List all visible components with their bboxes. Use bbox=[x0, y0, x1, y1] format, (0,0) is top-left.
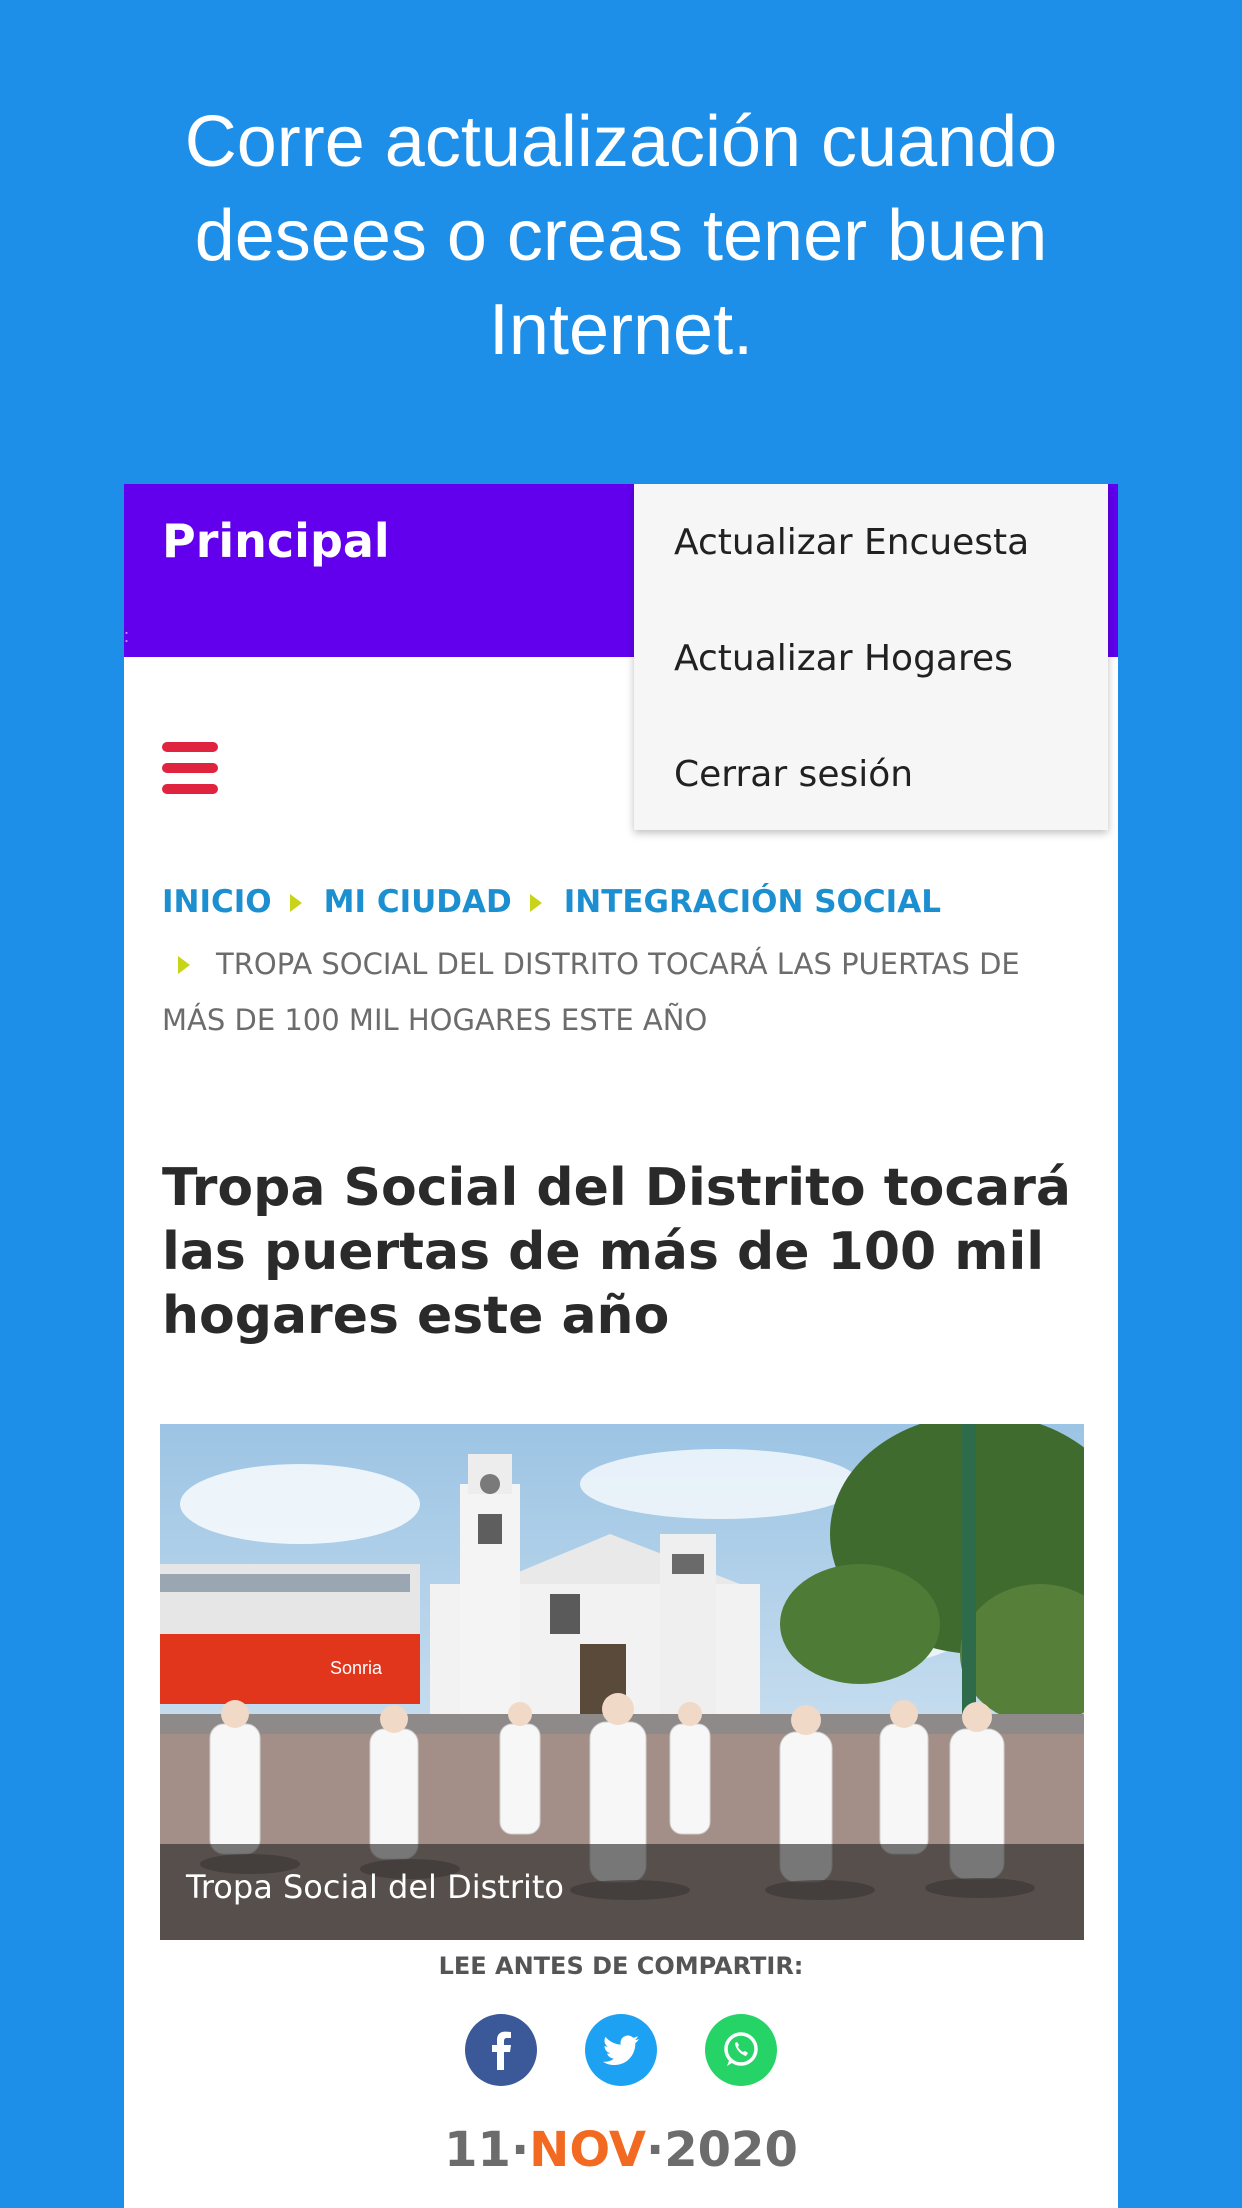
date-separator: · bbox=[646, 2122, 665, 2178]
breadcrumb-current: TROPA SOCIAL DEL DISTRITO TOCARÁ LAS PUE… bbox=[162, 947, 1020, 1037]
breadcrumb-arrow-icon bbox=[529, 894, 542, 912]
breadcrumb-arrow-icon bbox=[178, 956, 190, 974]
article-headline: Tropa Social del Distrito tocará las pue… bbox=[162, 1158, 1071, 1346]
app-bar-title: Principal bbox=[162, 514, 390, 568]
share-label: LEE ANTES DE COMPARTIR: bbox=[438, 1952, 804, 1980]
phone-screen: Principal : Actualizar Encuesta Actualiz… bbox=[124, 484, 1118, 2208]
menu-item-actualizar-encuesta[interactable]: Actualizar Encuesta bbox=[674, 522, 1029, 563]
menu-item-cerrar-sesion[interactable]: Cerrar sesión bbox=[674, 754, 913, 795]
whatsapp-icon[interactable] bbox=[705, 2014, 777, 2086]
article-date: 11·NOV·2020 bbox=[124, 2122, 1118, 2178]
overflow-menu: Actualizar Encuesta Actualizar Hogares C… bbox=[634, 484, 1108, 830]
breadcrumb-arrow-icon bbox=[289, 894, 302, 912]
promo-caption: Corre actualización cuando desees o crea… bbox=[184, 102, 1058, 370]
image-caption: Tropa Social del Distrito bbox=[186, 1868, 564, 1906]
date-separator: · bbox=[510, 2122, 530, 2178]
app-bar-edge-mark: : bbox=[124, 626, 130, 646]
twitter-icon[interactable] bbox=[585, 2014, 657, 2086]
breadcrumb-link-inicio[interactable]: INICIO bbox=[162, 884, 272, 920]
hamburger-menu-icon[interactable] bbox=[162, 742, 218, 794]
date-month: NOV bbox=[529, 2122, 647, 2178]
svg-text:Sonria: Sonria bbox=[330, 1658, 383, 1678]
breadcrumb-link-integracion-social[interactable]: INTEGRACIÓN SOCIAL bbox=[564, 884, 941, 920]
date-day: 11 bbox=[444, 2122, 511, 2178]
article-photo[interactable]: Sonria Tropa Social del Distrito bbox=[160, 1424, 1084, 1940]
menu-item-actualizar-hogares[interactable]: Actualizar Hogares bbox=[674, 638, 1013, 679]
date-year: 2020 bbox=[664, 2122, 798, 2178]
breadcrumb-link-mi-ciudad[interactable]: MI CIUDAD bbox=[324, 884, 512, 920]
image-caption-bar: Tropa Social del Distrito bbox=[160, 1844, 1084, 1940]
facebook-icon[interactable] bbox=[465, 2014, 537, 2086]
